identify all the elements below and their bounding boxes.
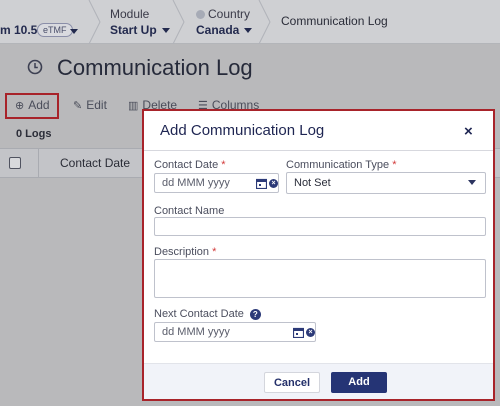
version-text: m 10.5 <box>0 23 38 37</box>
contact-name-input[interactable] <box>154 217 486 236</box>
add-communication-log-dialog: Add Communication Log × Contact Date * d… <box>142 109 495 401</box>
contact-date-label: Contact Date * <box>154 159 226 171</box>
description-textarea[interactable] <box>154 259 486 298</box>
pencil-icon: ✎ <box>73 100 83 112</box>
breadcrumb-current: Communication Log <box>281 14 388 28</box>
description-label: Description * <box>154 246 217 258</box>
next-contact-date-label: Next Contact Date? <box>154 308 261 320</box>
contact-name-label: Contact Name <box>154 205 225 217</box>
etmf-badge: eTMF <box>37 23 73 37</box>
chevron-down-icon <box>468 180 476 185</box>
dialog-title: Add Communication Log <box>160 122 325 139</box>
globe-icon <box>196 10 205 19</box>
country-value: Canada <box>196 23 253 37</box>
next-contact-date-placeholder: dd MMM yyyy <box>162 326 230 338</box>
column-header-contact-date[interactable]: Contact Date <box>60 156 130 170</box>
communication-type-label: Communication Type * <box>286 159 397 171</box>
contact-date-placeholder: dd MMM yyyy <box>162 177 230 189</box>
logs-count: 0 Logs <box>16 128 52 140</box>
breadcrumb-version[interactable]: m 10.5 eTMF <box>0 0 95 44</box>
communication-type-select[interactable]: Not Set <box>286 172 486 194</box>
select-all-checkbox[interactable] <box>9 157 21 169</box>
add-toolbar-button[interactable]: ⊕ Add <box>15 98 50 112</box>
module-value: Start Up <box>110 23 170 37</box>
dialog-divider <box>144 150 493 151</box>
add-button[interactable]: Add <box>331 372 387 393</box>
clock-icon <box>27 59 43 75</box>
calendar-icon[interactable] <box>293 327 304 338</box>
breadcrumb-module[interactable]: Module Start Up <box>100 0 180 44</box>
chevron-down-icon <box>244 28 253 34</box>
plus-circle-icon: ⊕ <box>15 100 25 112</box>
module-label: Module <box>110 7 150 21</box>
chevron-down-icon <box>70 29 78 34</box>
clear-icon[interactable]: × <box>306 328 315 337</box>
column-divider <box>38 149 39 177</box>
clear-icon[interactable]: × <box>269 179 278 188</box>
breadcrumb-country[interactable]: Country Canada <box>186 0 266 44</box>
page-title: Communication Log <box>57 55 253 80</box>
trash-icon: ▥ <box>128 100 139 112</box>
breadcrumb-separator <box>172 0 186 44</box>
contact-date-input[interactable]: dd MMM yyyy × <box>154 173 279 193</box>
breadcrumb-separator <box>258 0 272 44</box>
next-contact-date-input[interactable]: dd MMM yyyy × <box>154 322 316 342</box>
close-icon[interactable]: × <box>464 123 473 140</box>
calendar-icon[interactable] <box>256 178 267 189</box>
communication-type-value: Not Set <box>294 177 331 189</box>
edit-toolbar-button[interactable]: ✎ Edit <box>73 98 107 112</box>
cancel-button[interactable]: Cancel <box>264 372 320 393</box>
help-icon: ? <box>249 309 261 320</box>
chevron-down-icon <box>161 28 170 34</box>
country-label: Country <box>196 7 250 21</box>
